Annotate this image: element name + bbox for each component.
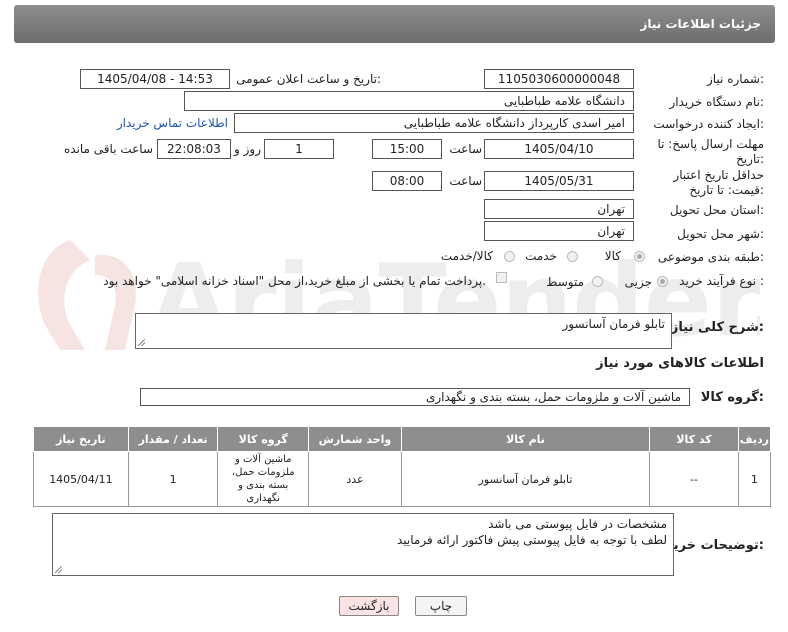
back-button[interactable]: بازگشت bbox=[339, 596, 399, 616]
need-number-label: شماره نیاز: bbox=[706, 72, 764, 86]
city-field: تهران bbox=[484, 221, 634, 241]
announce-field: 1405/04/08 - 14:53 bbox=[80, 69, 230, 89]
deadline-label: مهلت ارسال پاسخ: تا تاریخ: bbox=[657, 137, 764, 166]
deadline-date-field: 1405/04/10 bbox=[484, 139, 634, 159]
validity-time-field: 08:00 bbox=[372, 171, 442, 191]
cell-need-date: 1405/04/11 bbox=[33, 451, 129, 507]
cell-group: ماشین آلات و ملزومات حمل، بسته بندی و نگ… bbox=[217, 451, 310, 507]
category-option-both: کالا/خدمت bbox=[440, 249, 493, 263]
validity-time-label: ساعت bbox=[449, 174, 482, 188]
buyer-org-label: نام دستگاه خریدار: bbox=[669, 95, 765, 109]
deadline-time-field: 15:00 bbox=[372, 139, 442, 159]
buyer-org-field: دانشگاه علامه طباطبایی bbox=[184, 91, 634, 111]
col-group: گروه کالا bbox=[217, 426, 310, 452]
goods-group-field: ماشین آلات و ملزومات حمل، بسته بندی و نگ… bbox=[140, 388, 690, 406]
col-need-date: تاریخ نیاز bbox=[33, 426, 129, 452]
goods-group-label: گروه کالا: bbox=[700, 390, 764, 405]
cell-index: 1 bbox=[737, 451, 772, 507]
category-radio-service[interactable] bbox=[567, 251, 578, 262]
buyer-notes-line-1: مشخصات در فایل پیوستی می باشد bbox=[488, 517, 667, 531]
cell-code: -- bbox=[649, 451, 739, 507]
category-label: طبقه بندی موضوعی: bbox=[657, 250, 764, 264]
items-section-title: اطلاعات کالاهای مورد نیاز bbox=[596, 356, 764, 371]
need-description-text: تابلو فرمان آسانسور bbox=[562, 317, 665, 331]
cell-name: تابلو فرمان آسانسور bbox=[400, 451, 651, 507]
page-title: جزئیات اطلاعات نیاز bbox=[640, 17, 761, 31]
category-radio-both[interactable] bbox=[504, 251, 515, 262]
treasury-checkbox[interactable] bbox=[496, 272, 507, 283]
validity-label: حداقل تاریخ اعتبار قیمت: تا تاریخ: bbox=[673, 168, 764, 197]
category-option-goods: کالا bbox=[604, 249, 621, 263]
remaining-time-label: ساعت باقی مانده bbox=[63, 142, 153, 156]
items-table-header: تاریخ نیاز تعداد / مقدار گروه کالا واحد … bbox=[33, 426, 772, 452]
col-index: ردیف bbox=[737, 426, 772, 452]
category-radio-goods[interactable] bbox=[634, 251, 645, 262]
col-name: نام کالا bbox=[400, 426, 651, 452]
process-radio-medium[interactable] bbox=[592, 276, 603, 287]
process-label: نوع فرآیند خرید : bbox=[679, 274, 764, 288]
need-description-label: شرح کلی نیاز: bbox=[670, 320, 764, 335]
announce-label: تاریخ و ساعت اعلان عمومی: bbox=[236, 72, 381, 86]
days-field: 1 bbox=[264, 139, 334, 159]
province-label: استان محل تحویل: bbox=[669, 203, 764, 217]
process-radio-minor[interactable] bbox=[657, 276, 668, 287]
col-unit: واحد شمارش bbox=[308, 426, 402, 452]
table-row: 1405/04/11 1 ماشین آلات و ملزومات حمل، ب… bbox=[33, 451, 772, 507]
buyer-notes-field: مشخصات در فایل پیوستی می باشد لطف با توج… bbox=[52, 513, 674, 576]
creator-label: ایجاد کننده درخواست: bbox=[653, 117, 764, 131]
page-header: جزئیات اطلاعات نیاز bbox=[14, 5, 775, 43]
buyer-contact-link[interactable]: اطلاعات تماس خریدار bbox=[117, 116, 228, 130]
province-field: تهران bbox=[484, 199, 634, 219]
resize-grip-icon[interactable] bbox=[138, 339, 145, 346]
remaining-time-field: 22:08:03 bbox=[157, 139, 231, 159]
city-label: شهر محل تحویل: bbox=[677, 227, 764, 241]
process-option-medium: متوسط bbox=[546, 275, 584, 289]
print-button[interactable]: چاپ bbox=[415, 596, 467, 616]
cell-unit: عدد bbox=[308, 451, 402, 507]
col-code: کد کالا bbox=[649, 426, 739, 452]
days-label: روز و bbox=[234, 142, 261, 156]
cell-quantity: 1 bbox=[127, 451, 219, 507]
process-option-minor: جزیی bbox=[624, 275, 652, 289]
need-description-field: تابلو فرمان آسانسور bbox=[135, 313, 672, 349]
validity-date-field: 1405/05/31 bbox=[484, 171, 634, 191]
items-table: تاریخ نیاز تعداد / مقدار گروه کالا واحد … bbox=[33, 426, 772, 507]
resize-grip-icon[interactable] bbox=[55, 566, 62, 573]
buyer-notes-line-2: لطف با توجه به فایل پیوستی پیش فاکتور ار… bbox=[397, 533, 667, 547]
deadline-time-label: ساعت bbox=[449, 142, 482, 156]
creator-field: امیر اسدی کارپرداز دانشگاه علامه طباطبای… bbox=[234, 113, 634, 133]
need-number-field: 1105030600000048 bbox=[484, 69, 634, 89]
category-option-service: خدمت bbox=[525, 249, 557, 263]
col-quantity: تعداد / مقدار bbox=[127, 426, 219, 452]
treasury-note: پرداخت تمام یا بخشی از مبلغ خرید،از محل … bbox=[103, 274, 486, 288]
